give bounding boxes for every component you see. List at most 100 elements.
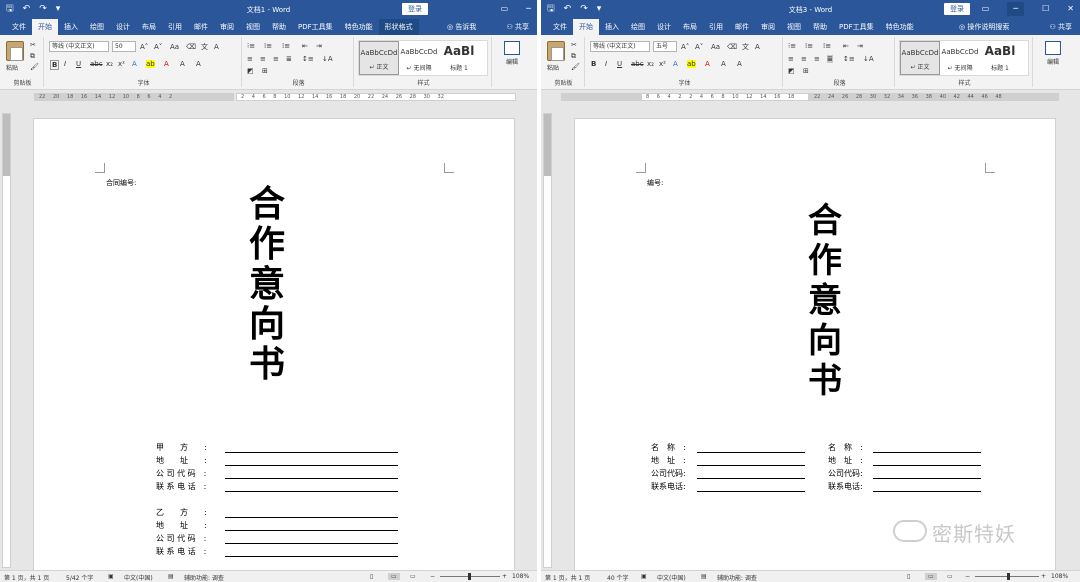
tab-item[interactable]: 审阅 [214, 19, 240, 35]
share-button[interactable]: ⚇ 共享 [506, 19, 529, 35]
sort-icon[interactable]: ↓A [863, 55, 874, 63]
form-input-line[interactable] [225, 465, 398, 466]
style-gallery-item[interactable]: AaBbCcDd ↵ 无间隔 [399, 41, 439, 75]
style-gallery-item[interactable]: AaBbCcDd ↵ 正文 [900, 41, 940, 75]
editing-label[interactable]: 编辑 [1047, 57, 1059, 66]
ribbon-display-icon[interactable]: ▭ [501, 2, 509, 16]
line-spacing-icon[interactable]: ↕≡ [302, 55, 314, 63]
shrink-font-icon[interactable]: A˅ [154, 43, 162, 51]
decrease-indent-icon[interactable]: ⇤ [843, 42, 849, 50]
text-effects-icon[interactable]: A [673, 60, 678, 68]
page-count[interactable]: 第 1 页，共 1 页 [545, 573, 590, 582]
web-layout-icon[interactable]: ▭ [947, 573, 953, 580]
style-gallery-item[interactable]: AaBl 标题 1 [439, 41, 479, 75]
font-color-icon[interactable]: A [164, 60, 169, 68]
form-input-line[interactable] [225, 556, 398, 557]
tab-item[interactable]: 帮助 [807, 19, 833, 35]
format-painter-icon[interactable]: 🖌 [30, 63, 39, 71]
macro-icon[interactable]: ▤ [701, 573, 707, 580]
text-effects-icon[interactable]: A [132, 60, 137, 68]
editing-label[interactable]: 编辑 [506, 57, 518, 66]
subscript-icon[interactable]: x₂ [106, 60, 113, 68]
form-input-line[interactable] [225, 530, 398, 531]
format-painter-icon[interactable]: 🖌 [571, 63, 580, 71]
zoom-in-icon[interactable]: + [1041, 573, 1046, 580]
maximize-icon[interactable]: ☐ [1042, 2, 1049, 16]
tab-item[interactable]: 审阅 [755, 19, 781, 35]
page-count[interactable]: 第 1 页，共 1 页 [4, 573, 49, 582]
tab-item[interactable]: 视图 [240, 19, 266, 35]
macro-icon[interactable]: ▤ [168, 573, 174, 580]
read-mode-icon[interactable]: ▯ [370, 573, 373, 580]
line-spacing-icon[interactable]: ↕≡ [843, 55, 855, 63]
zoom-level[interactable]: 108% [1051, 573, 1068, 580]
form-input-line[interactable] [225, 491, 398, 492]
close-icon[interactable]: ✕ [1067, 2, 1074, 16]
tab-item[interactable]: 布局 [136, 19, 162, 35]
clear-format-icon[interactable]: ⌫ [186, 43, 196, 51]
zoom-slider-knob[interactable] [1007, 573, 1010, 580]
word-count[interactable]: 5/42 个字 [66, 573, 93, 582]
underline-icon[interactable]: U [617, 60, 622, 68]
find-icon[interactable] [504, 41, 520, 55]
zoom-out-icon[interactable]: − [965, 573, 970, 580]
enclose-char-icon[interactable]: A [755, 43, 760, 51]
tab-item[interactable]: 插入 [58, 19, 84, 35]
bullets-icon[interactable]: ⁝≡ [247, 42, 255, 50]
tab-item[interactable]: 引用 [703, 19, 729, 35]
login-button[interactable]: 登录 [944, 3, 970, 15]
form-input-line[interactable] [225, 543, 398, 544]
justify-icon[interactable]: ≣ [286, 55, 292, 63]
subscript-icon[interactable]: x₂ [647, 60, 654, 68]
form-input-line[interactable] [225, 517, 398, 518]
style-gallery-item[interactable]: AaBbCcDd ↵ 无间隔 [940, 41, 980, 75]
tab-item[interactable]: 开始 [573, 19, 599, 35]
tab-shape-format[interactable]: 形状格式 [378, 19, 419, 35]
read-mode-icon[interactable]: ▯ [907, 573, 910, 580]
tell-me-search[interactable]: ◎ 告诉我 [447, 19, 476, 35]
zoom-slider-knob[interactable] [468, 573, 471, 580]
align-left-icon[interactable]: ≡ [788, 55, 794, 63]
decrease-indent-icon[interactable]: ⇤ [302, 42, 308, 50]
borders-icon[interactable]: ⊞ [262, 67, 268, 75]
form-input-line[interactable] [873, 478, 981, 479]
style-gallery-item[interactable]: AaBl 标题 1 [980, 41, 1020, 75]
grow-font-icon[interactable]: A˄ [681, 43, 689, 51]
shading-icon[interactable]: ◩ [247, 67, 254, 75]
proofing-icon[interactable]: ▣ [108, 573, 114, 580]
numbering-icon[interactable]: ⁞≡ [264, 42, 272, 50]
grow-font-icon[interactable]: A˄ [140, 43, 148, 51]
find-icon[interactable] [1045, 41, 1061, 55]
paste-icon[interactable] [547, 41, 565, 61]
char-shading-icon[interactable]: A [721, 60, 726, 68]
zoom-in-icon[interactable]: + [502, 573, 507, 580]
document-page[interactable]: 编号: 合作意向书 名 称 : 地 址 : 公司代码: 联系电话: 名 称 : 地 址 … [574, 118, 1056, 578]
proofing-icon[interactable]: ▣ [641, 573, 647, 580]
enclose-char-icon[interactable]: A [214, 43, 219, 51]
clear-format-icon[interactable]: ⌫ [727, 43, 737, 51]
word-count[interactable]: 40 个字 [607, 573, 629, 582]
superscript-icon[interactable]: x² [659, 60, 666, 68]
sort-icon[interactable]: ↓A [322, 55, 333, 63]
phonetic-guide-icon[interactable]: 文 [742, 43, 749, 51]
tab-item[interactable]: 布局 [677, 19, 703, 35]
bold-icon[interactable]: B [50, 60, 60, 70]
form-input-line[interactable] [873, 465, 981, 466]
font-size-select[interactable]: 50 [112, 41, 136, 52]
tab-item[interactable]: 特色功能 [339, 19, 379, 35]
login-button[interactable]: 登录 [402, 3, 428, 15]
increase-indent-icon[interactable]: ⇥ [857, 42, 863, 50]
tab-item[interactable]: 引用 [162, 19, 188, 35]
char-border-icon[interactable]: A [196, 60, 201, 68]
tab-item[interactable]: 邮件 [188, 19, 214, 35]
strikethrough-icon[interactable]: abc [631, 60, 644, 68]
bold-icon[interactable]: B [591, 60, 596, 68]
shading-icon[interactable]: ◩ [788, 67, 795, 75]
language[interactable]: 中文(中国) [657, 573, 686, 582]
minimize-icon[interactable]: ─ [1007, 2, 1025, 16]
tab-item[interactable]: 开始 [32, 19, 58, 35]
highlight-icon[interactable]: ab [146, 60, 155, 68]
tab-item[interactable]: 设计 [110, 19, 136, 35]
form-input-line[interactable] [697, 478, 805, 479]
copy-icon[interactable]: ⧉ [571, 52, 576, 60]
